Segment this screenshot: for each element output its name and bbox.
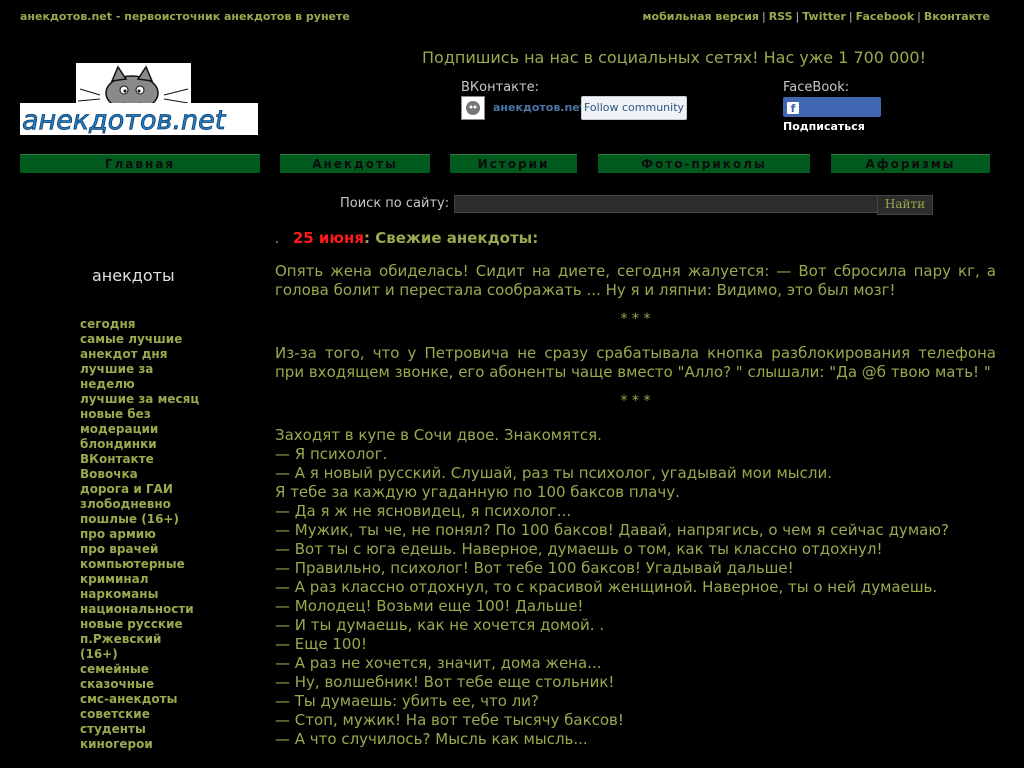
mobile-version-link[interactable]: мобильная версия	[643, 10, 759, 23]
sidebar-menu: сегодня самые лучшие анекдот дня лучшие …	[80, 317, 200, 752]
joke-line: Я тебе за каждую угаданную по 100 баксов…	[275, 483, 680, 501]
nav-photo-jokes[interactable]: Фото-приколы	[598, 154, 810, 173]
vkontakte-link[interactable]: Вконтакте	[924, 10, 990, 23]
joke-line: — Стоп, мужик! На вот тебе тысячу баксов…	[275, 711, 624, 729]
sidebar-item-new-russians[interactable]: новые русские	[80, 617, 200, 632]
nav-home[interactable]: Главная	[20, 154, 260, 173]
joke-line: — А раз не хочется, значит, дома жена...	[275, 654, 602, 672]
joke-line: — Да я ж не ясновидец, я психолог...	[275, 502, 572, 520]
sidebar-item-army[interactable]: про армию	[80, 527, 200, 542]
joke-line: — А что случилось? Мысль как мысль...	[275, 730, 588, 748]
sidebar-item-blondes[interactable]: блондинки	[80, 437, 200, 452]
vk-avatar-icon	[466, 101, 480, 115]
top-links: мобильная версия | RSS | Twitter | Facebook | Вк…	[643, 10, 990, 23]
fb-label: FaceBook:	[783, 80, 850, 95]
facebook-link[interactable]: Facebook	[856, 10, 915, 23]
sidebar-item-sms[interactable]: смс-анекдоты	[80, 692, 200, 707]
joke-line: — Я психолог.	[275, 445, 388, 463]
vk-label: ВКонтакте:	[461, 80, 539, 95]
search-button[interactable]: Найти	[877, 195, 933, 215]
vk-avatar[interactable]	[461, 96, 485, 120]
site-title[interactable]: анекдотов.net - первоисточник анекдотов …	[20, 10, 350, 23]
nav-aphorisms[interactable]: Афоризмы	[831, 154, 990, 173]
joke-line: — Мужик, ты че, не понял? По 100 баксов!…	[275, 521, 949, 539]
logo-text: анекдотов.net	[22, 105, 227, 135]
joke-separator: * * *	[620, 393, 651, 409]
sidebar-item-new-unmoderated[interactable]: новые без модерации	[80, 407, 200, 437]
sidebar-item-topical[interactable]: злободневно	[80, 497, 200, 512]
facebook-icon: f	[787, 102, 799, 115]
separator: |	[848, 10, 853, 23]
vk-follow-button[interactable]: Follow community	[581, 96, 687, 120]
joke-line: — Правильно, психолог! Вот тебе 100 бакс…	[275, 559, 794, 577]
logo-image: анекдотов.net	[20, 63, 258, 136]
separator: |	[795, 10, 800, 23]
sidebar-item-drug-addicts[interactable]: наркоманы	[80, 587, 200, 602]
sidebar-title: анекдоты	[92, 266, 175, 285]
vk-community-name[interactable]: анекдотов.net	[493, 101, 585, 114]
date-heading: . 25 июня: Свежие анекдоты:	[275, 229, 538, 247]
sidebar-item-computer[interactable]: компьютерные	[80, 557, 200, 572]
search-label: Поиск по сайту:	[340, 196, 450, 211]
joke-text: Из-за того, что у Петровича не сразу сра…	[275, 344, 996, 381]
sidebar-item-movie-heroes[interactable]: киногерои	[80, 737, 200, 752]
date-label: 25 июня	[292, 229, 364, 247]
site-logo[interactable]: анекдотов.net	[20, 63, 258, 136]
joke-line: — Вот ты с юга едешь. Наверное, думаешь …	[275, 540, 883, 558]
sidebar-item-adult[interactable]: пошлые (16+)	[80, 512, 200, 527]
bullet: .	[275, 235, 279, 246]
joke-line: Заходят в купе в Сочи двое. Знакомятся.	[275, 426, 602, 444]
joke-line: — Ты думаешь: убить ее, что ли?	[275, 692, 539, 710]
separator: |	[917, 10, 921, 23]
sidebar-item-soviet[interactable]: советские	[80, 707, 200, 722]
sidebar-item-best[interactable]: самые лучшие	[80, 332, 200, 347]
joke-line: — А я новый русский. Слушай, раз ты псих…	[275, 464, 832, 482]
joke-line: — И ты думаешь, как не хочется домой. .	[275, 616, 605, 634]
sidebar-item-doctors[interactable]: про врачей	[80, 542, 200, 557]
jokes-content: Опять жена обиделась! Сидит на диете, се…	[275, 262, 996, 749]
nav-stories[interactable]: Истории	[450, 154, 577, 173]
joke-text: Опять жена обиделась! Сидит на диете, се…	[275, 262, 996, 299]
fresh-jokes-title: : Свежие анекдоты:	[364, 229, 539, 247]
sidebar-item-vkontakte[interactable]: ВКонтакте	[80, 452, 200, 467]
joke-line: — Молодец! Возьми еще 100! Дальше!	[275, 597, 584, 615]
sidebar-item-today[interactable]: сегодня	[80, 317, 200, 332]
sidebar-item-vovochka[interactable]: Вовочка	[80, 467, 200, 482]
joke-line: — Ну, волшебник! Вот тебе еще стольник!	[275, 673, 615, 691]
sidebar-item-criminal[interactable]: криминал	[80, 572, 200, 587]
search-input[interactable]	[454, 195, 880, 213]
sidebar-item-family[interactable]: семейные	[80, 662, 200, 677]
social-heading: Подпишись на нас в социальных сетях! Нас…	[422, 48, 927, 67]
joke-line: — Еще 100!	[275, 635, 368, 653]
sidebar-item-road[interactable]: дорога и ГАИ	[80, 482, 200, 497]
sidebar-item-best-week[interactable]: лучшие за неделю	[80, 362, 200, 392]
sidebar-item-best-month[interactable]: лучшие за месяц	[80, 392, 200, 407]
sidebar-item-students[interactable]: студенты	[80, 722, 200, 737]
fb-subscribe-label: Подписаться	[783, 120, 865, 133]
sidebar-item-joke-of-day[interactable]: анекдот дня	[80, 347, 200, 362]
sidebar-item-nationalities[interactable]: национальности	[80, 602, 200, 617]
separator: |	[761, 10, 766, 23]
joke-dialog: Заходят в купе в Сочи двое. Знакомятся. …	[275, 426, 996, 749]
sidebar-item-rzhevsky[interactable]: п.Ржевский (16+)	[80, 632, 200, 662]
twitter-link[interactable]: Twitter	[802, 10, 846, 23]
sidebar-item-fairy-tale[interactable]: сказочные	[80, 677, 200, 692]
nav-jokes[interactable]: Анекдоты	[280, 154, 430, 173]
joke-line: — А раз классно отдохнул, то с красивой …	[275, 578, 938, 596]
fb-subscribe-button[interactable]: f Подписаться	[783, 97, 881, 133]
rss-link[interactable]: RSS	[769, 10, 793, 23]
joke-separator: * * *	[620, 311, 651, 327]
